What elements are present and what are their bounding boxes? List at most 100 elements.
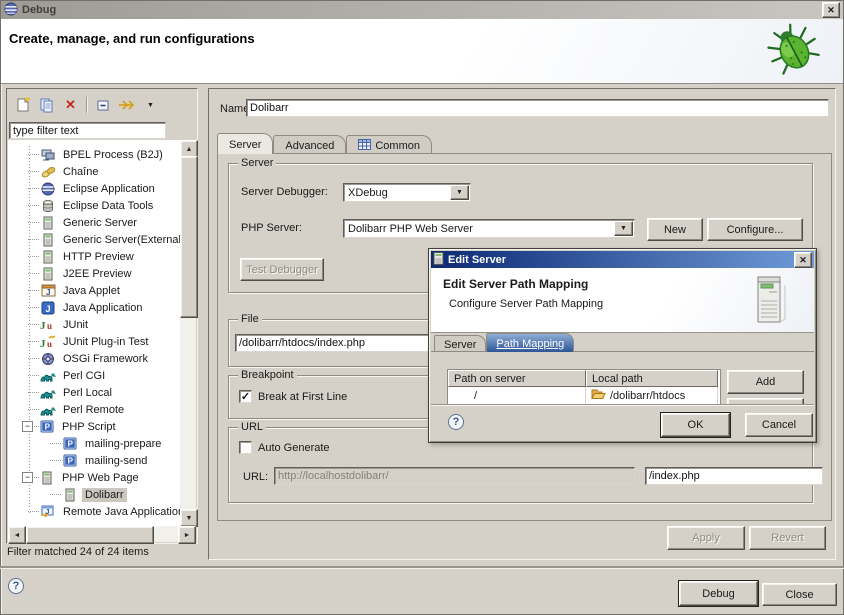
server-icon [39,470,55,485]
apply-button[interactable]: Apply [667,526,745,550]
server-tower-icon [754,275,786,328]
collapse-all-icon[interactable] [94,97,111,114]
dialog-close-button[interactable]: ✕ [794,252,812,268]
tree-item-java-application[interactable]: JJava Application [8,299,183,316]
help-icon[interactable]: ? [8,578,24,594]
junit-plugin-icon: Ju [40,334,56,349]
tree-item-label: Java Applet [60,284,123,298]
revert-button[interactable]: Revert [749,526,826,550]
tree-item-j2ee-preview[interactable]: J2EE Preview [8,265,183,282]
duplicate-configuration-icon[interactable] [38,97,55,114]
tree-item-perl-local[interactable]: Perl Local [8,384,183,401]
chain-icon [40,164,56,179]
debug-button[interactable]: Debug [679,581,758,606]
configurations-panel: ✕ ▼ BPEL Process (B2J) ChaîneEclipse Appl… [6,88,198,544]
file-group-title: File [238,313,262,325]
configurations-toolbar: ✕ ▼ [9,91,195,119]
tree-item-osgi-framework[interactable]: OSGi Framework [8,350,183,367]
collapse-node-icon[interactable]: − [22,421,33,432]
collapse-node-icon[interactable]: − [22,472,33,483]
close-button[interactable]: Close [762,583,837,606]
tree-connector-line [28,358,39,359]
window-titlebar[interactable]: Debug ✕ [1,1,843,19]
tree-connector-line [28,409,39,410]
filter-configurations-icon[interactable] [118,97,135,114]
edit-server-titlebar[interactable]: Edit Server ✕ [431,251,814,268]
tree-item-label: Perl CGI [60,369,108,383]
tab-advanced[interactable]: Advanced [273,135,346,154]
edit-server-title: Edit Server [448,254,506,266]
configuration-tabs: Server Advanced Common [217,133,432,154]
tree-item-label: Chaîne [60,165,101,179]
tree-vertical-scrollbar[interactable]: ▲ ▼ [180,140,196,527]
tree-item-generic-server-external-la[interactable]: Generic Server(External La [8,231,183,248]
tab-server-settings[interactable]: Server [434,335,486,352]
svg-text:u: u [47,339,52,349]
url-path-input[interactable] [645,467,823,485]
chevron-down-icon[interactable]: ▼ [450,185,469,200]
server-debugger-select[interactable]: XDebug ▼ [343,183,471,202]
tree-item-eclipse-data-tools[interactable]: Eclipse Data Tools [8,197,183,214]
name-input[interactable] [246,99,829,117]
scroll-right-icon[interactable]: ► [178,526,196,544]
horizontal-scroll-thumb[interactable] [26,526,154,544]
server-icon [40,249,56,264]
dialog-heading: Edit Server Path Mapping [443,277,588,291]
tree-connector-line [28,273,39,274]
auto-generate-checkbox[interactable]: ✓ [239,441,252,454]
eclipse-logo-icon [4,2,18,19]
tree-item-generic-server[interactable]: Generic Server [8,214,183,231]
tree-item-php-web-page[interactable]: −PHP Web Page [8,469,183,486]
bpel-icon [40,147,56,162]
tree-item-label: BPEL Process (B2J) [60,148,166,162]
tree-item-junit[interactable]: JuJUnit [8,316,183,333]
configure-server-button[interactable]: Configure... [707,218,803,241]
tree-item-junit-plug-in-test[interactable]: JuJUnit Plug-in Test [8,333,183,350]
column-path-on-server[interactable]: Path on server [448,370,586,387]
new-server-button[interactable]: New [647,218,703,241]
vertical-scroll-thumb[interactable] [180,156,198,318]
filter-input[interactable] [9,122,166,139]
table-row[interactable]: / /dolibarr/htdocs [448,387,720,404]
server-icon [40,215,56,230]
window-close-button[interactable]: ✕ [822,2,840,18]
tree-item-mailing-prepare[interactable]: Pmailing-prepare [8,435,183,452]
tree-item-php-script[interactable]: −PPHP Script [8,418,183,435]
perl-icon [40,402,56,417]
tree-item-mailing-send[interactable]: Pmailing-send [8,452,183,469]
tree-item-perl-cgi[interactable]: Perl CGI [8,367,183,384]
add-mapping-button[interactable]: Add [727,370,804,394]
tab-path-mapping[interactable]: Path Mapping [486,333,574,352]
close-icon: ✕ [827,5,835,15]
tree-item-dolibarr[interactable]: Dolibarr [8,486,183,503]
php-server-select[interactable]: Dolibarr PHP Web Server ▼ [343,219,635,238]
ok-button[interactable]: OK [661,413,730,437]
tree-item-bpel-process-b2j[interactable]: BPEL Process (B2J) [8,146,183,163]
table-icon [358,139,371,153]
tree-horizontal-scrollbar[interactable]: ◄ ► [8,526,196,542]
scroll-down-icon[interactable]: ▼ [180,509,198,527]
tree-connector-line [28,154,39,155]
dialog-help-icon[interactable]: ? [448,414,464,430]
tree-item-java-applet[interactable]: J Java Applet [8,282,183,299]
svg-text:J: J [46,288,50,297]
cancel-button[interactable]: Cancel [745,413,813,437]
new-configuration-icon[interactable] [14,97,31,114]
perl-icon [40,385,56,400]
toolbar-separator [86,97,87,113]
menu-dropdown-icon[interactable]: ▼ [142,97,159,114]
scroll-left-icon[interactable]: ◄ [8,526,26,544]
tree-item-eclipse-application[interactable]: Eclipse Application [8,180,183,197]
tree-item-http-preview[interactable]: HTTP Preview [8,248,183,265]
tab-server[interactable]: Server [217,133,273,154]
column-local-path[interactable]: Local path [586,370,718,387]
test-debugger-button[interactable]: Test Debugger [240,258,324,281]
tree-item-perl-remote[interactable]: Perl Remote [8,401,183,418]
chevron-down-icon[interactable]: ▼ [614,221,633,236]
tree-item-label: Generic Server [60,216,140,230]
tree-item-remote-java-application[interactable]: JRemote Java Application [8,503,183,520]
break-at-first-line-checkbox[interactable]: ✓ [239,390,252,403]
tab-common[interactable]: Common [346,135,432,154]
tree-item-cha-ne[interactable]: Chaîne [8,163,183,180]
delete-configuration-icon[interactable]: ✕ [62,97,79,114]
